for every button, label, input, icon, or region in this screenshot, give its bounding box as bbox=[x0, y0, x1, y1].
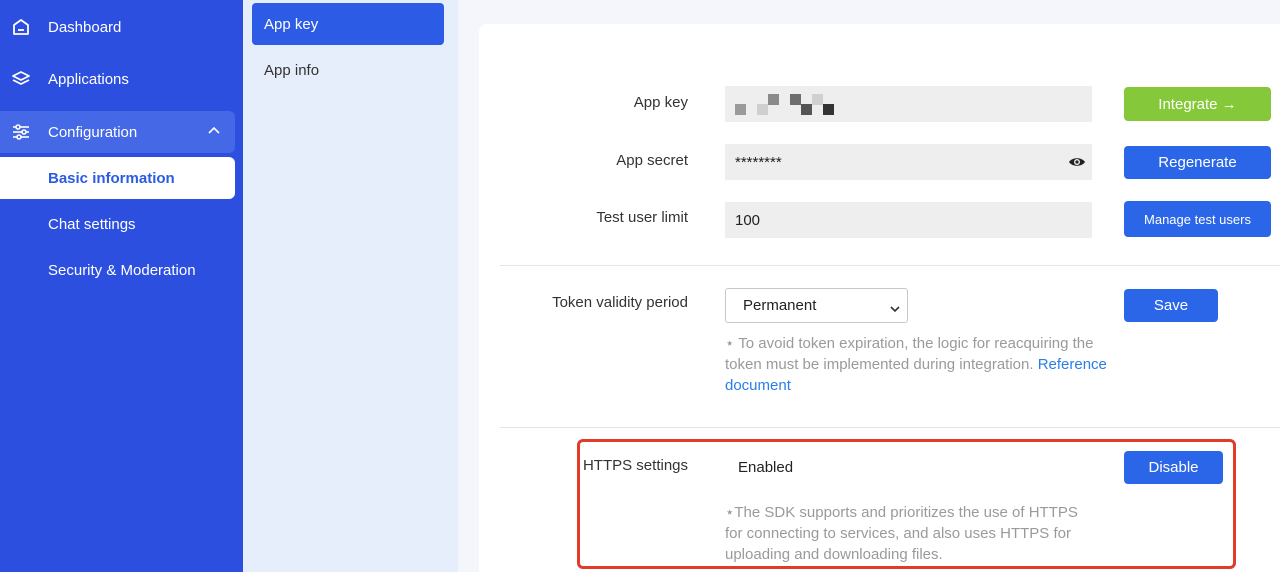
sidebar-subitem-basic-information[interactable]: Basic information bbox=[0, 157, 235, 199]
save-button[interactable]: Save bbox=[1124, 289, 1218, 322]
eye-icon[interactable] bbox=[1068, 154, 1086, 174]
app-secret-value: ******** bbox=[735, 153, 782, 171]
app-key-label: App key bbox=[633, 94, 688, 111]
tab-app-info[interactable]: App info bbox=[252, 49, 444, 91]
test-user-limit-value: 100 bbox=[735, 211, 761, 229]
sidebar-item-applications[interactable]: Applications bbox=[0, 58, 235, 100]
https-settings-label: HTTPS settings bbox=[582, 457, 688, 474]
https-status: Enabled bbox=[738, 459, 794, 476]
sidebar-item-dashboard[interactable]: Dashboard bbox=[0, 6, 235, 48]
sidebar-subitem-chat-settings[interactable]: Chat settings bbox=[0, 203, 235, 245]
sidebar-subitem-label: Basic information bbox=[48, 169, 175, 187]
test-user-limit-field[interactable]: 100 bbox=[725, 202, 1092, 238]
https-note: ⋆The SDK supports and prioritizes the us… bbox=[725, 504, 1078, 563]
token-note: ⋆ To avoid token expiration, the logic f… bbox=[725, 333, 1117, 396]
selected-value: Permanent bbox=[743, 297, 817, 314]
divider bbox=[500, 265, 1280, 266]
layers-icon bbox=[11, 69, 31, 89]
tab-label: App info bbox=[264, 61, 320, 79]
app-secret-label: App secret bbox=[616, 152, 688, 169]
token-validity-label: Token validity period bbox=[552, 294, 688, 311]
sidebar-item-label: Dashboard bbox=[48, 18, 122, 36]
app-secret-field: ******** bbox=[725, 144, 1092, 180]
disable-button[interactable]: Disable bbox=[1124, 451, 1223, 484]
sidebar-item-label: Configuration bbox=[48, 123, 138, 141]
manage-test-users-button[interactable]: Manage test users bbox=[1124, 201, 1271, 237]
sidebar-subitem-label: Security & Moderation bbox=[48, 261, 196, 279]
sidebar-subitem-security-moderation[interactable]: Security & Moderation bbox=[0, 249, 235, 291]
app-key-field bbox=[725, 86, 1092, 122]
tab-label: App key bbox=[264, 15, 319, 33]
tab-app-key[interactable]: App key bbox=[252, 3, 444, 45]
secondary-nav: App key App info bbox=[243, 0, 458, 572]
sidebar: Dashboard Applications Configuration Bas… bbox=[0, 0, 243, 572]
chevron-down-icon bbox=[889, 301, 901, 318]
chevron-up-icon bbox=[207, 124, 221, 142]
masked-value bbox=[735, 93, 834, 115]
integrate-button[interactable]: Integrate → bbox=[1124, 87, 1271, 121]
token-validity-select[interactable]: Permanent bbox=[725, 288, 908, 323]
sidebar-item-label: Applications bbox=[48, 70, 129, 88]
sidebar-subitem-label: Chat settings bbox=[48, 215, 136, 233]
home-icon bbox=[11, 17, 31, 37]
sidebar-item-configuration[interactable]: Configuration bbox=[0, 111, 235, 153]
test-user-limit-label: Test user limit bbox=[596, 209, 688, 226]
divider bbox=[500, 427, 1280, 428]
regenerate-button[interactable]: Regenerate bbox=[1124, 146, 1271, 179]
sliders-icon bbox=[11, 122, 31, 142]
